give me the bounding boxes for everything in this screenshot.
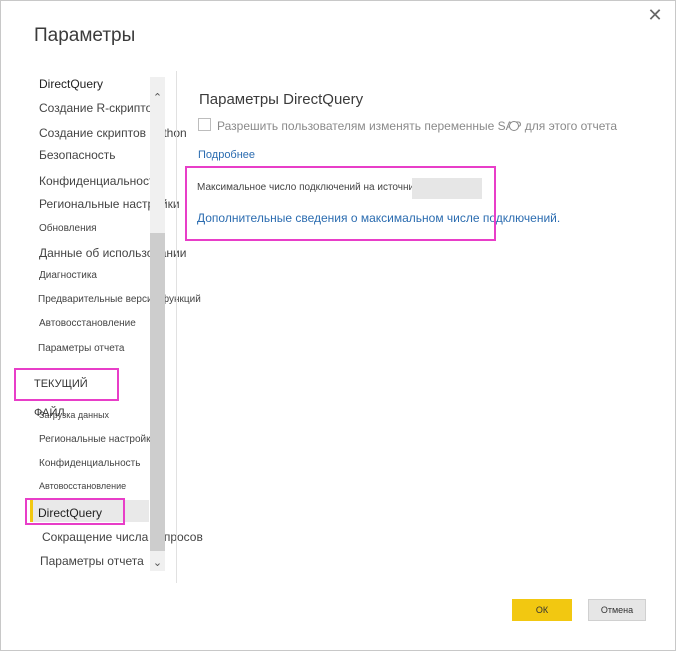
sidebar-item-diagnostics[interactable]: Диагностика xyxy=(39,270,97,281)
sidebar-item-file-report-settings[interactable]: Параметры отчета xyxy=(40,554,144,568)
ok-button[interactable]: ОК xyxy=(512,599,572,621)
close-icon[interactable]: ✕ xyxy=(647,6,663,24)
learn-more-link[interactable]: Подробнее xyxy=(198,149,255,161)
sidebar-item-file-regional-settings[interactable]: Региональные настройки xyxy=(39,434,156,445)
sidebar-item-security[interactable]: Безопасность xyxy=(39,148,116,162)
scroll-up-icon[interactable]: ⌃ xyxy=(150,91,165,105)
sap-variables-option[interactable]: Разрешить пользователям изменять перемен… xyxy=(198,118,617,133)
dialog-title: Параметры xyxy=(34,25,136,46)
panel-divider xyxy=(176,71,177,583)
current-file-header: ТЕКУЩИЙ ФАЙЛ xyxy=(14,368,119,419)
selected-item-highlight xyxy=(25,498,125,525)
info-icon xyxy=(509,121,519,131)
content-title: Параметры DirectQuery xyxy=(199,91,364,108)
sidebar-item-updates[interactable]: Обновления xyxy=(39,223,97,234)
max-connections-highlight xyxy=(185,166,496,241)
sidebar-item-r-scripting[interactable]: Создание R-скриптов xyxy=(39,101,159,115)
sidebar-item-auto-recovery[interactable]: Автовосстановление xyxy=(39,318,136,329)
sidebar-scrollbar-thumb[interactable] xyxy=(150,233,165,551)
sidebar-item-file-privacy[interactable]: Конфиденциальность xyxy=(39,458,140,469)
scroll-down-icon[interactable]: ⌄ xyxy=(150,556,165,570)
sidebar-item-data-load[interactable]: Загрузка данных xyxy=(39,410,109,420)
sidebar-item-report-settings[interactable]: Параметры отчета xyxy=(38,343,124,354)
cancel-button[interactable]: Отмена xyxy=(588,599,646,621)
sidebar-item-file-auto-recovery[interactable]: Автовосстановление xyxy=(39,481,126,491)
sidebar-item-privacy[interactable]: Конфиденциальность xyxy=(39,174,161,188)
sap-variables-checkbox[interactable] xyxy=(198,118,211,131)
sap-variables-label: Разрешить пользователям изменять перемен… xyxy=(217,119,618,133)
options-dialog: Параметры ✕ DirectQuery Создание R-скрип… xyxy=(0,0,676,651)
sidebar-item-directquery-global[interactable]: DirectQuery xyxy=(39,77,103,91)
sidebar-item-query-reduction[interactable]: Сокращение числа запросов xyxy=(42,530,203,544)
